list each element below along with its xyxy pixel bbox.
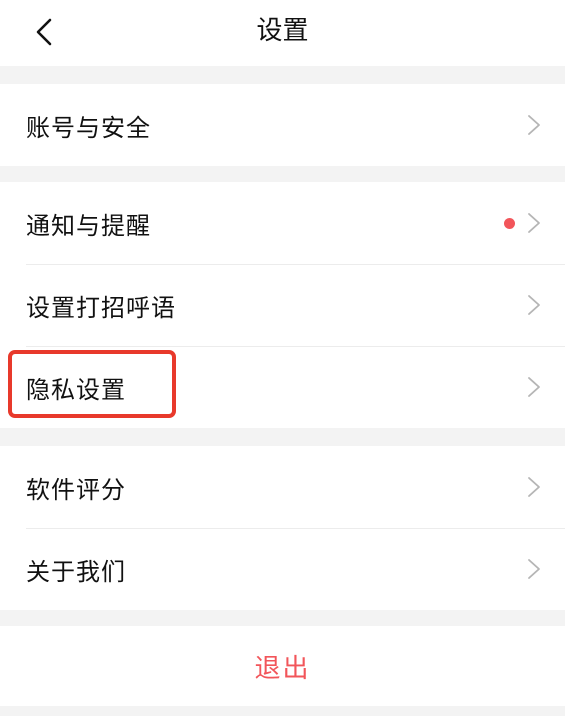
settings-group-about: 软件评分 关于我们: [0, 446, 565, 610]
settings-item-rate-app[interactable]: 软件评分: [0, 446, 565, 528]
settings-item-label: 软件评分: [26, 475, 126, 504]
settings-item-greeting[interactable]: 设置打招呼语: [0, 264, 565, 346]
chevron-right-icon: [528, 213, 540, 233]
nav-bar: 设置: [0, 0, 565, 66]
chevron-right-icon: [528, 377, 540, 397]
settings-group-general: 通知与提醒 设置打招呼语 隐私设置: [0, 182, 565, 428]
settings-item-label: 隐私设置: [26, 375, 126, 404]
page-title: 设置: [256, 16, 309, 46]
logout-button[interactable]: 退出: [0, 626, 565, 706]
settings-item-label: 设置打招呼语: [26, 293, 176, 322]
settings-item-label: 账号与安全: [26, 113, 151, 142]
settings-item-label: 通知与提醒: [26, 211, 151, 240]
notification-badge-dot: [504, 217, 515, 229]
chevron-right-icon: [528, 115, 540, 135]
settings-item-notifications[interactable]: 通知与提醒: [0, 182, 565, 264]
settings-item-about-us[interactable]: 关于我们: [0, 528, 565, 610]
settings-item-privacy[interactable]: 隐私设置: [0, 346, 565, 428]
chevron-right-icon: [528, 559, 540, 579]
chevron-right-icon: [528, 295, 540, 315]
settings-group-account: 账号与安全: [0, 84, 565, 166]
settings-item-label: 关于我们: [26, 557, 126, 586]
logout-label: 退出: [254, 653, 311, 684]
settings-item-account-security[interactable]: 账号与安全: [0, 84, 565, 166]
chevron-right-icon: [528, 477, 540, 497]
